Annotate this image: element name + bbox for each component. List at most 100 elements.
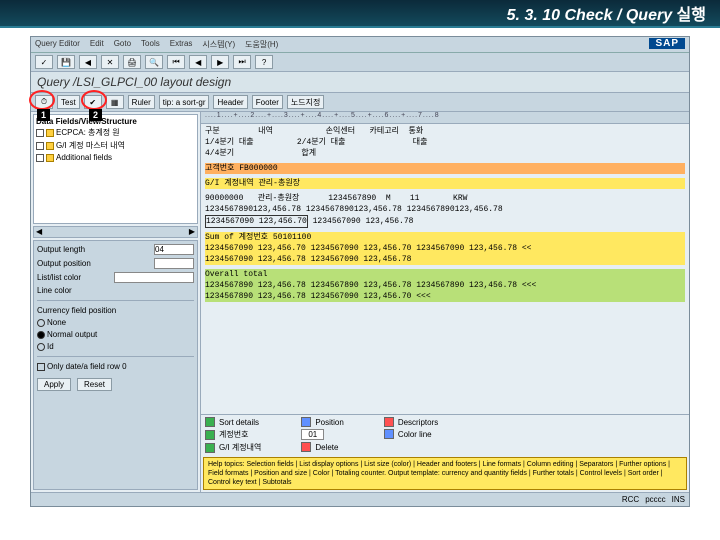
output-length-label: Output length xyxy=(37,245,85,254)
apply-button[interactable]: Apply xyxy=(37,378,71,391)
help-box: Help topics: Selection fields | List dis… xyxy=(203,457,687,490)
help-icon[interactable]: ? xyxy=(255,55,273,69)
currency-caption: Currency field position xyxy=(37,306,194,315)
status-a: RCC xyxy=(622,495,639,504)
find-icon[interactable]: 🔍 xyxy=(145,55,163,69)
status-c: INS xyxy=(672,495,685,504)
sort-label: Sort details xyxy=(219,418,259,427)
title-english: Check / Query xyxy=(564,7,672,24)
line-color-label: Line color xyxy=(37,286,72,295)
detail-line-3: 1234567090 123,456.70 1234567090 123,456… xyxy=(205,215,685,228)
header-line-2: 1/4분기 대출 2/4분기 대출 대출 xyxy=(205,137,685,148)
overall-caption: Overall total xyxy=(205,269,685,280)
left-pane: Data Fields/View/Structure ECPCA: 총계정 원 … xyxy=(31,112,201,492)
total-line-1: 1234567890 123,456.78 1234567890 123,456… xyxy=(205,280,685,291)
prev-page-icon[interactable]: ◀ xyxy=(189,55,207,69)
save-icon[interactable]: 💾 xyxy=(57,55,75,69)
ruler-button[interactable]: Ruler xyxy=(128,95,155,109)
detail-line-1: 90000000 관리-총원장 1234567890 M 11 KRW xyxy=(205,193,685,204)
callout-2: 2 xyxy=(89,109,102,121)
detail-line-2: 1234567890123,456.78 1234567890123,456.7… xyxy=(205,204,685,215)
reset-button[interactable]: Reset xyxy=(77,378,112,391)
tree-item-ecpca[interactable]: ECPCA: 총계정 원 xyxy=(36,126,195,139)
execute-icon[interactable]: ⏱ xyxy=(35,95,53,109)
check-icon[interactable]: ✓ xyxy=(35,55,53,69)
properties-panel: Output length Output position List/list … xyxy=(33,240,198,490)
band-gl-account: G/I 계정내역 관리-총원장 xyxy=(205,178,685,189)
tree-title: Data Fields/View/Structure xyxy=(36,117,195,126)
tree-label-0: ECPCA: 총계정 원 xyxy=(56,127,120,138)
menu-goto[interactable]: Goto xyxy=(114,39,131,50)
check-button[interactable]: ✔ xyxy=(84,95,102,109)
next-page-icon[interactable]: ▶ xyxy=(211,55,229,69)
tree-scrollbar[interactable]: ◀▶ xyxy=(33,226,198,238)
delete-icon[interactable] xyxy=(301,442,311,452)
check-only-date[interactable]: Only date/a field row 0 xyxy=(37,362,194,371)
last-page-icon[interactable]: ⏭ xyxy=(233,55,251,69)
menu-query-editor[interactable]: Query Editor xyxy=(35,39,80,50)
band-customer: 고객번호 FB000000 xyxy=(205,163,685,174)
node-button[interactable]: 노드지정 xyxy=(287,95,324,109)
field-tree[interactable]: Data Fields/View/Structure ECPCA: 총계정 원 … xyxy=(33,114,198,224)
account-icon[interactable] xyxy=(205,430,215,440)
menu-edit[interactable]: Edit xyxy=(90,39,104,50)
total-line-2: 1234567890 123,456.78 1234567090 123,456… xyxy=(205,291,685,302)
title-number: 5. 3. 10 xyxy=(507,7,560,24)
tip-button[interactable]: tip: a sort-gr xyxy=(159,95,210,109)
report-preview: 구분 내역 손익센터 카테고리 통화 1/4분기 대출 2/4분기 대출 대출 … xyxy=(201,124,689,414)
right-pane: ....1....+....2....+....3....+....4....+… xyxy=(201,112,689,492)
sap-logo: SAP xyxy=(649,38,685,49)
selected-field-box[interactable]: 1234567090 123,456.70 xyxy=(205,215,308,228)
back-icon[interactable]: ◀ xyxy=(79,55,97,69)
descriptors-label: Descriptors xyxy=(398,418,438,427)
menu-extras[interactable]: Extras xyxy=(170,39,193,50)
check-only-date-label: Only date/a field row 0 xyxy=(47,362,127,371)
position-icon[interactable] xyxy=(301,417,311,427)
descriptors-icon[interactable] xyxy=(384,417,394,427)
detail-line-3-rest: 1234567090 123,456.78 xyxy=(308,217,414,226)
menu-tools[interactable]: Tools xyxy=(141,39,160,50)
exit-icon[interactable]: ✕ xyxy=(101,55,119,69)
menu-help[interactable]: 도움말(H) xyxy=(245,39,278,50)
slide-title: 5. 3. 10 Check / Query 실행 xyxy=(507,1,706,25)
delete-label: Delete xyxy=(315,443,338,452)
radio-normal[interactable]: Normal output xyxy=(37,330,194,339)
gl-label: G/I 계정내역 xyxy=(219,442,261,453)
sap-window: Query Editor Edit Goto Tools Extras 시스템(… xyxy=(30,36,690,507)
sum-caption: Sum of 계정번호 50101100 xyxy=(205,232,685,243)
output-length-input[interactable] xyxy=(154,244,194,255)
tree-label-1: G/I 계정 마스터 내역 xyxy=(56,140,125,151)
radio-id[interactable]: Id xyxy=(37,342,194,351)
slide-header: 5. 3. 10 Check / Query 실행 xyxy=(0,0,720,28)
app-title: Query /LSI_GLPCI_00 layout design xyxy=(31,72,689,93)
radio-id-label: Id xyxy=(47,342,54,351)
print-icon[interactable]: 🖨 xyxy=(123,55,141,69)
output-pos-input[interactable] xyxy=(154,258,194,269)
test-button[interactable]: Test xyxy=(57,95,80,109)
colorline-label: Color line xyxy=(398,430,432,439)
tree-item-gl[interactable]: G/I 계정 마스터 내역 xyxy=(36,139,195,152)
footer-button[interactable]: Footer xyxy=(252,95,283,109)
sum-line-1: 1234567090 123,456.70 1234567090 123,456… xyxy=(205,243,685,254)
sort-icon[interactable] xyxy=(205,417,215,427)
first-page-icon[interactable]: ⏮ xyxy=(167,55,185,69)
tree-item-additional[interactable]: Additional fields xyxy=(36,152,195,163)
header-line-1: 구분 내역 손익센터 카테고리 통화 xyxy=(205,126,685,137)
list-color-field[interactable] xyxy=(114,272,194,283)
sum-line-2: 1234567090 123,456.78 1234567090 123,456… xyxy=(205,254,685,265)
app-toolbar: ⏱ Test ✔ ▦ Ruler tip: a sort-gr Header F… xyxy=(31,93,689,112)
header-button[interactable]: Header xyxy=(213,95,247,109)
status-b: pcccc xyxy=(645,495,665,504)
colorline-icon[interactable] xyxy=(384,429,394,439)
position-value: 01 xyxy=(301,429,324,440)
gl-icon[interactable] xyxy=(205,443,215,453)
legend-col-pos: Position 01 Delete xyxy=(301,417,343,453)
radio-none[interactable]: None xyxy=(37,318,194,327)
legend-row: Sort details 계정번호 G/I 계정내역 Position 01 D… xyxy=(201,414,689,455)
legend-col-desc: Descriptors Color line xyxy=(384,417,438,453)
callout-1: 1 xyxy=(37,109,50,121)
menu-system[interactable]: 시스템(Y) xyxy=(202,39,235,50)
tool-icon-1[interactable]: ▦ xyxy=(106,95,124,109)
main-area: Data Fields/View/Structure ECPCA: 총계정 원 … xyxy=(31,112,689,492)
account-label: 계정번호 xyxy=(219,429,248,440)
